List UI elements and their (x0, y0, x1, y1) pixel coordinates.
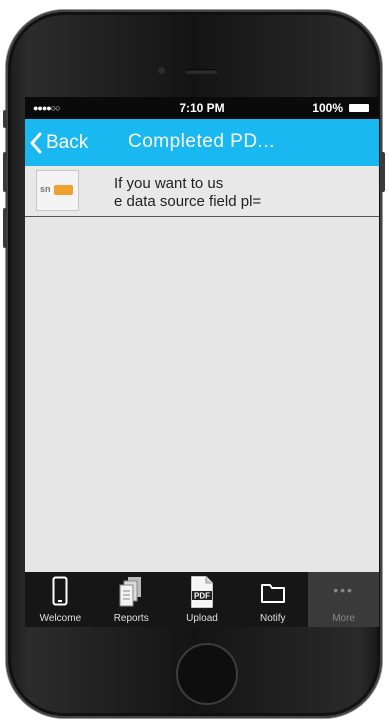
list-item[interactable]: sn If you want to us e data source field… (25, 166, 379, 217)
pdf-icon-text: PDF (194, 592, 210, 601)
more-dots-icon: ••• (333, 582, 354, 598)
tab-upload[interactable]: PDF Upload (167, 572, 238, 627)
page-title: Completed PD... (128, 131, 275, 152)
tab-welcome[interactable]: Welcome (25, 572, 96, 627)
tab-notify-label: Notify (260, 613, 286, 624)
tab-notify[interactable]: Notify (237, 572, 308, 627)
earpiece-speaker (185, 69, 218, 74)
list-item-line-2: e data source field pl= (114, 193, 262, 210)
documents-icon (119, 577, 142, 607)
volume-down-button (3, 208, 7, 248)
status-bar: ●●●●○○ 7:10 PM 100% (25, 97, 379, 119)
tab-more-label: More (332, 613, 355, 624)
pdf-icon: PDF (191, 576, 213, 608)
back-button[interactable]: Back (29, 130, 88, 156)
chevron-left-icon (30, 132, 42, 154)
battery-percent: 100% (312, 101, 343, 115)
thumbnail-logo-mark (54, 185, 73, 195)
list-item-text: If you want to us e data source field pl… (114, 175, 261, 211)
tab-bar: Welcome Reports PDF Upload Notify ••• Mo… (25, 572, 379, 627)
tab-upload-label: Upload (186, 613, 218, 624)
navigation-bar: Back Completed PD... (25, 119, 379, 166)
document-thumbnail: sn (36, 170, 79, 211)
phone-icon (52, 576, 68, 606)
tab-welcome-label: Welcome (39, 613, 82, 624)
battery-icon (349, 104, 369, 112)
back-label: Back (46, 132, 89, 153)
list-item-line-1: If you want to us (114, 175, 224, 192)
power-button (381, 152, 385, 192)
mute-switch (3, 110, 7, 128)
tab-reports-label: Reports (113, 613, 149, 624)
tab-reports[interactable]: Reports (96, 572, 167, 627)
front-camera (158, 67, 165, 74)
thumbnail-logo-text: sn (40, 184, 51, 194)
tab-more[interactable]: ••• More (308, 572, 379, 627)
app-screen: ●●●●○○ 7:10 PM 100% Back Completed PD...… (25, 97, 379, 627)
volume-up-button (3, 152, 7, 192)
folder-icon (260, 584, 285, 603)
home-button[interactable] (176, 643, 238, 705)
